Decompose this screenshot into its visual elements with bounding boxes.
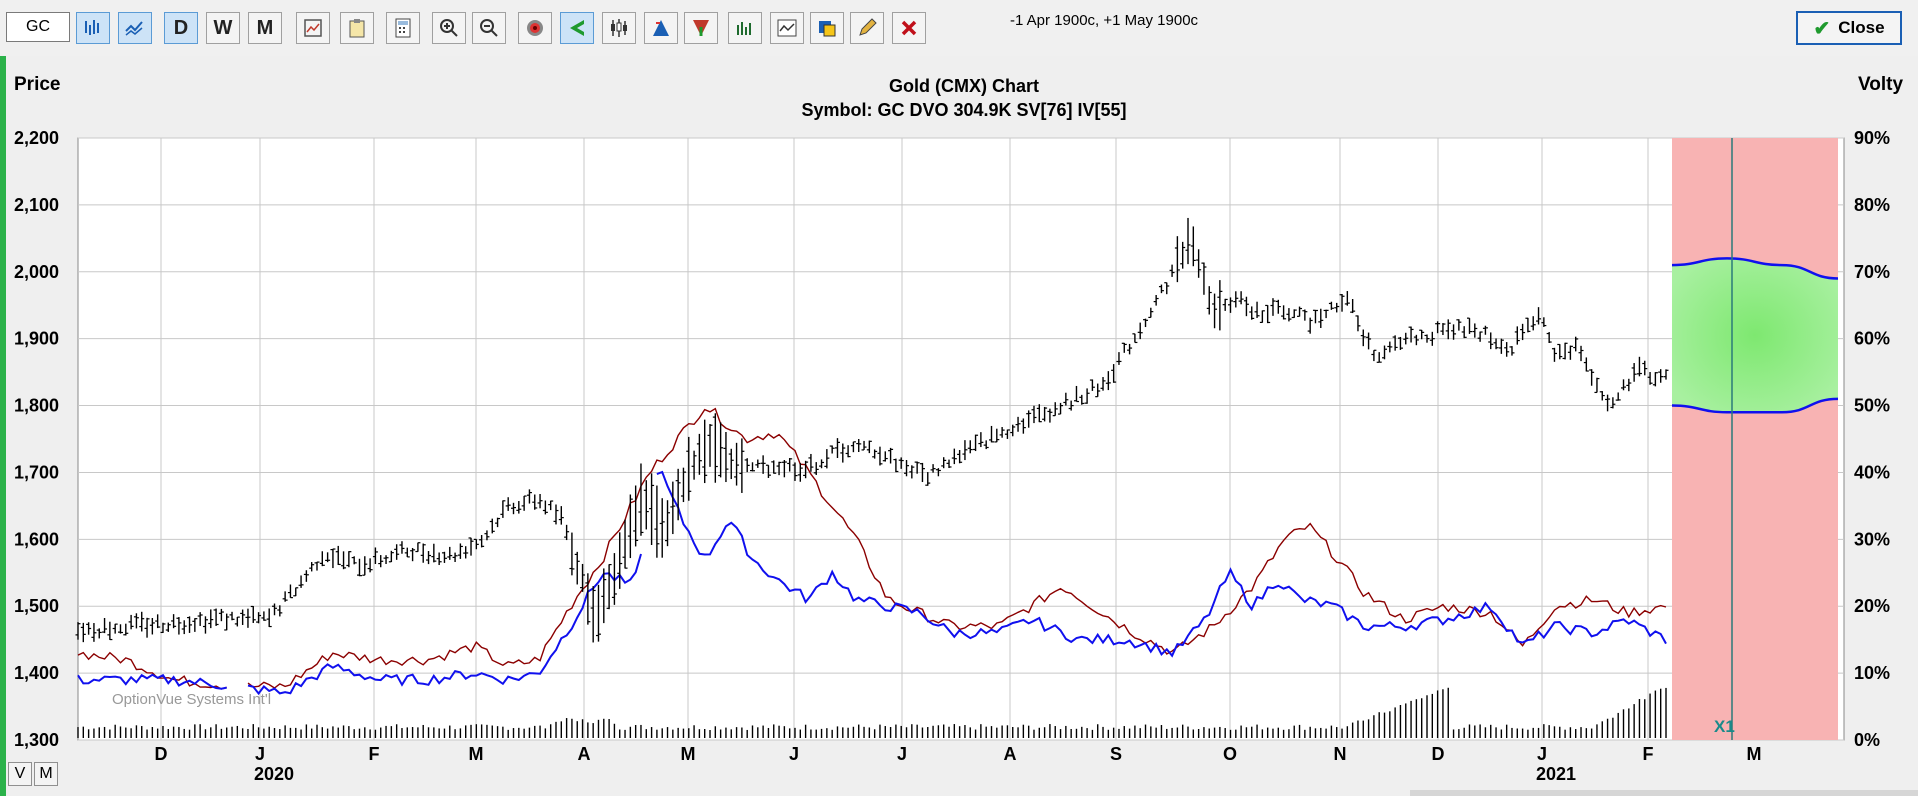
target-icon <box>527 20 543 36</box>
m-button[interactable]: M <box>34 762 58 786</box>
study-button[interactable] <box>728 12 762 44</box>
x-month-label: S <box>1110 744 1122 764</box>
chart-settings-icon <box>304 19 322 37</box>
x-month-label: N <box>1334 744 1347 764</box>
projection-cone <box>1672 258 1838 413</box>
price-axis-title: Price <box>14 74 60 95</box>
date-range-text: -1 Apr 1900c, +1 May 1900c <box>1010 12 1199 29</box>
pencil-icon <box>859 18 877 36</box>
y2-tick-label: 80% <box>1854 195 1890 215</box>
x-month-label: D <box>155 744 168 764</box>
y-tick-label: 1,400 <box>14 663 59 683</box>
y2-tick-label: 0% <box>1854 730 1880 750</box>
y2-tick-label: 50% <box>1854 396 1890 416</box>
y-tick-label: 2,200 <box>14 128 59 148</box>
candlestick-button[interactable] <box>602 12 636 44</box>
chart-area: 1,300 1,400 1,500 1,600 1,700 1,800 1,900 2,000… <box>0 56 1918 796</box>
x-month-label: A <box>578 744 591 764</box>
x-month-label: J <box>1537 744 1547 764</box>
zoom-in-button[interactable] <box>432 12 466 44</box>
close-button-label: Close <box>1838 18 1885 37</box>
x-month-label: D <box>1432 744 1445 764</box>
x-month-label: F <box>1643 744 1654 764</box>
daily-button[interactable]: D <box>164 12 198 44</box>
study-icon <box>737 22 751 35</box>
checkmark-icon: ✔ <box>1813 17 1831 40</box>
x-year-label: 2020 <box>254 764 294 784</box>
target-button[interactable] <box>518 12 552 44</box>
y-tick-label: 2,100 <box>14 195 59 215</box>
v-button[interactable]: V <box>8 762 32 786</box>
calculator-button[interactable] <box>386 12 420 44</box>
scrollbar[interactable] <box>1410 790 1918 796</box>
y-tick-label: 1,300 <box>14 730 59 750</box>
zoom-in-icon <box>440 19 458 37</box>
x-month-label: A <box>1004 744 1017 764</box>
y-tick-label: 1,700 <box>14 462 59 482</box>
x-month-label: F <box>369 744 380 764</box>
clipboard-icon <box>349 19 365 38</box>
x-month-label: O <box>1223 744 1237 764</box>
line-chart-button[interactable] <box>118 12 152 44</box>
y2-tick-label: 10% <box>1854 663 1890 683</box>
x-month-label: M <box>681 744 696 764</box>
arrow-left-icon <box>570 20 584 36</box>
delete-button[interactable] <box>892 12 926 44</box>
y2-tick-label: 20% <box>1854 596 1890 616</box>
y2-tick-label: 90% <box>1854 128 1890 148</box>
palette-icon <box>819 21 836 37</box>
x-month-label: M <box>1747 744 1762 764</box>
x-month-label: J <box>255 744 265 764</box>
y-tick-label: 1,600 <box>14 529 59 549</box>
chart-settings-button[interactable] <box>296 12 330 44</box>
volty-axis-title: Volty <box>1858 74 1903 95</box>
palette-button[interactable] <box>810 12 844 44</box>
delete-icon <box>901 20 917 36</box>
calculator-icon <box>395 18 411 38</box>
clipboard-button[interactable] <box>340 12 374 44</box>
y2-tick-label: 40% <box>1854 462 1890 482</box>
watermark: OptionVue Systems Int'l <box>112 691 271 708</box>
y2-tick-label: 60% <box>1854 329 1890 349</box>
plot-background <box>77 137 1845 741</box>
projection-band <box>1672 138 1838 740</box>
y2-tick-label: 70% <box>1854 262 1890 282</box>
bar-chart-icon <box>85 20 99 35</box>
zoom-out-button[interactable] <box>472 12 506 44</box>
pencil-button[interactable] <box>850 12 884 44</box>
monthly-button[interactable]: M <box>248 12 282 44</box>
indicator-icon <box>777 19 797 37</box>
candlestick-icon <box>611 19 627 37</box>
x-month-label: J <box>897 744 907 764</box>
zoom-out-icon <box>480 19 498 37</box>
bar-chart-button[interactable] <box>76 12 110 44</box>
x1-marker-label: X1 <box>1714 717 1735 736</box>
x-year-label: 2021 <box>1536 764 1576 784</box>
triangle-down-icon <box>693 20 709 36</box>
price-volatility-chart[interactable]: 1,300 1,400 1,500 1,600 1,700 1,800 1,900 2,000… <box>6 56 1918 796</box>
triangle-up-icon <box>653 20 669 36</box>
toolbar: GC D W M -1 Apr 1900c, +1 May 1900c ✔ Cl… <box>0 0 1918 56</box>
y-tick-label: 1,900 <box>14 329 59 349</box>
y2-tick-label: 30% <box>1854 529 1890 549</box>
triangle-up-button[interactable] <box>644 12 678 44</box>
y-tick-label: 1,800 <box>14 396 59 416</box>
triangle-down-button[interactable] <box>684 12 718 44</box>
weekly-button[interactable]: W <box>206 12 240 44</box>
close-button[interactable]: ✔ Close <box>1796 11 1902 45</box>
chart-subtitle: Symbol: GC DVO 304.9K SV[76] IV[55] <box>801 100 1126 120</box>
symbol-input[interactable]: GC <box>6 12 70 42</box>
x-month-label: J <box>789 744 799 764</box>
y-tick-label: 2,000 <box>14 262 59 282</box>
arrow-left-button[interactable] <box>560 12 594 44</box>
chart-title: Gold (CMX) Chart <box>889 76 1039 96</box>
indicator-button[interactable] <box>770 12 804 44</box>
y-tick-label: 1,500 <box>14 596 59 616</box>
line-chart-icon <box>125 21 143 36</box>
x-month-label: M <box>469 744 484 764</box>
